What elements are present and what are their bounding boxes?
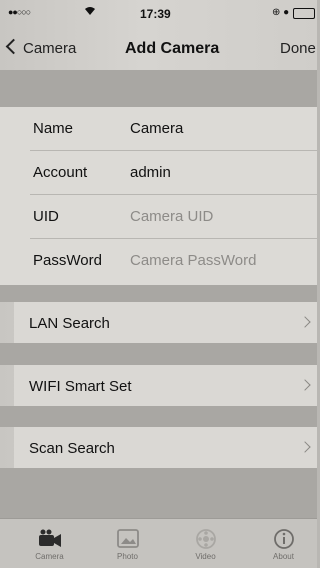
section-separator (0, 406, 317, 427)
wifi-smart-set-label: WIFI Smart Set (29, 378, 132, 395)
tab-photo-label: Photo (117, 552, 138, 561)
uid-field[interactable]: Camera UID (130, 208, 213, 225)
lan-search-button[interactable]: LAN Search (14, 302, 317, 343)
back-label: Camera (23, 40, 77, 57)
battery-icon (293, 8, 315, 19)
password-label: PassWord (33, 252, 102, 269)
tab-video[interactable]: Video (166, 519, 245, 568)
camera-form: Name Camera Account admin UID Camera UID… (0, 107, 317, 285)
empty-area (0, 468, 317, 518)
tab-about-label: About (273, 552, 294, 561)
tab-video-label: Video (195, 552, 216, 561)
tab-camera[interactable]: Camera (10, 519, 89, 568)
wifi-icon (84, 6, 96, 19)
chevron-right-icon (299, 379, 311, 391)
status-bar: ●●○○○ 17:39 ⊕ ● (0, 0, 317, 26)
tab-camera-label: Camera (35, 552, 64, 561)
back-button[interactable]: Camera (5, 38, 77, 57)
uid-label: UID (33, 208, 59, 225)
tab-about[interactable]: About (244, 519, 320, 568)
page-title: Add Camera (125, 40, 220, 57)
screen: ●●○○○ 17:39 ⊕ ● Camera Add Camera Done N… (0, 0, 317, 568)
name-label: Name (33, 120, 74, 137)
chevron-left-icon (5, 38, 22, 55)
section-separator (0, 285, 317, 302)
section-separator (0, 70, 317, 107)
name-field[interactable]: Camera (130, 120, 183, 137)
name-row[interactable]: Name Camera (0, 107, 317, 151)
scan-search-label: Scan Search (29, 440, 115, 457)
chevron-right-icon (299, 316, 311, 328)
scan-search-button[interactable]: Scan Search (14, 427, 317, 468)
chevron-right-icon (299, 441, 311, 453)
section-separator (0, 343, 317, 365)
account-row[interactable]: Account admin (0, 151, 317, 195)
account-field[interactable]: admin (130, 164, 171, 181)
password-field[interactable]: Camera PassWord (130, 252, 256, 269)
wifi-smart-set-button[interactable]: WIFI Smart Set (14, 365, 317, 406)
lan-search-label: LAN Search (29, 315, 110, 332)
info-icon (271, 528, 297, 550)
signal-indicator: ●●○○○ (8, 7, 31, 17)
tab-bar: Camera Photo Video About (0, 518, 317, 568)
status-indicators: ⊕ ● (272, 7, 290, 18)
uid-row[interactable]: UID Camera UID (0, 195, 317, 239)
password-row[interactable]: PassWord Camera PassWord (0, 239, 317, 283)
status-time: 17:39 (140, 7, 171, 21)
photo-icon (115, 528, 141, 550)
camera-icon (37, 528, 63, 550)
account-label: Account (33, 164, 88, 181)
tab-photo[interactable]: Photo (88, 519, 167, 568)
navigation-bar: Camera Add Camera Done (0, 26, 317, 70)
done-button[interactable]: Done (280, 40, 316, 57)
video-icon (193, 528, 219, 550)
